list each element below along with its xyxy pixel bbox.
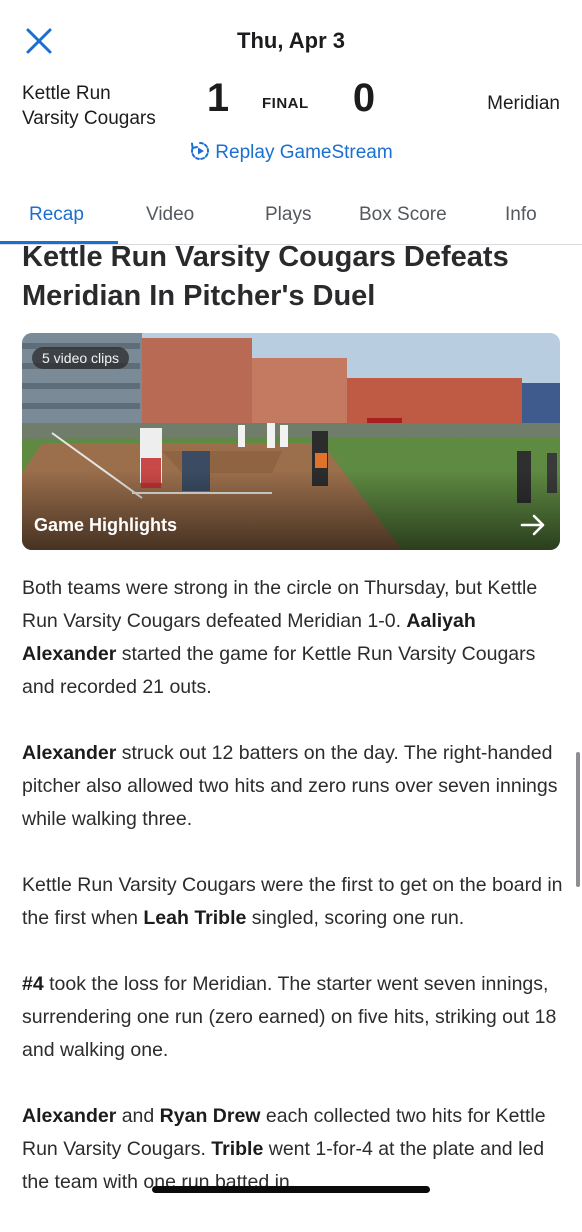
replay-gamestream-link[interactable]: Replay GameStream (0, 140, 582, 164)
tab-plays[interactable]: Plays (265, 204, 311, 226)
player-name: #4 (22, 973, 44, 995)
player-name: Alexander (22, 742, 117, 764)
text: singled, scoring one run. (246, 907, 465, 929)
article-paragraph: Kettle Run Varsity Cougars were the firs… (22, 869, 570, 935)
home-score: 1 (206, 76, 230, 120)
text: took the loss for Meridian. The starter … (22, 973, 557, 1061)
player-name: Leah Trible (143, 907, 247, 929)
game-highlights-video[interactable]: 5 video clips Game Highlights (22, 333, 560, 550)
game-status: FINAL (262, 95, 309, 112)
top-bar: Thu, Apr 3 (0, 0, 582, 80)
replay-label: Replay GameStream (215, 142, 393, 163)
replay-icon (191, 142, 210, 160)
article-paragraph: #4 took the loss for Meridian. The start… (22, 968, 570, 1067)
home-team-name-line1: Kettle Run (22, 83, 111, 104)
home-team-name-line2: Varsity Cougars (22, 108, 156, 129)
scoreboard: Kettle Run Varsity Cougars 1 FINAL 0 Mer… (0, 76, 582, 168)
video-gradient (22, 470, 560, 550)
article-body: Both teams were strong in the circle on … (22, 572, 570, 1232)
tab-recap[interactable]: Recap (29, 204, 84, 226)
tab-box-score[interactable]: Box Score (359, 204, 447, 226)
article-paragraph: Alexander struck out 12 batters on the d… (22, 737, 570, 836)
tab-bar: Recap Video Plays Box Score Info (0, 190, 582, 245)
video-title: Game Highlights (34, 515, 178, 535)
home-indicator[interactable] (152, 1186, 430, 1193)
video-clips-badge: 5 video clips (32, 347, 130, 369)
tab-video[interactable]: Video (146, 204, 194, 226)
text: and (116, 1105, 160, 1127)
article-paragraph: Both teams were strong in the circle on … (22, 572, 570, 704)
article-headline: Kettle Run Varsity Cougars Defeats Merid… (22, 241, 509, 312)
game-date: Thu, Apr 3 (237, 28, 345, 53)
player-name: Alexander (22, 1105, 117, 1127)
arrow-right-icon[interactable] (520, 514, 546, 536)
tab-info[interactable]: Info (505, 204, 537, 226)
away-team-name[interactable]: Meridian (487, 93, 560, 115)
player-name: Ryan Drew (159, 1105, 261, 1127)
article-paragraph: Alexander and Ryan Drew each collected t… (22, 1100, 570, 1199)
away-score: 0 (352, 76, 376, 120)
home-team-name[interactable]: Kettle Run Varsity Cougars (22, 81, 156, 131)
scrollbar[interactable] (576, 752, 580, 887)
player-name: Trible (211, 1138, 264, 1160)
